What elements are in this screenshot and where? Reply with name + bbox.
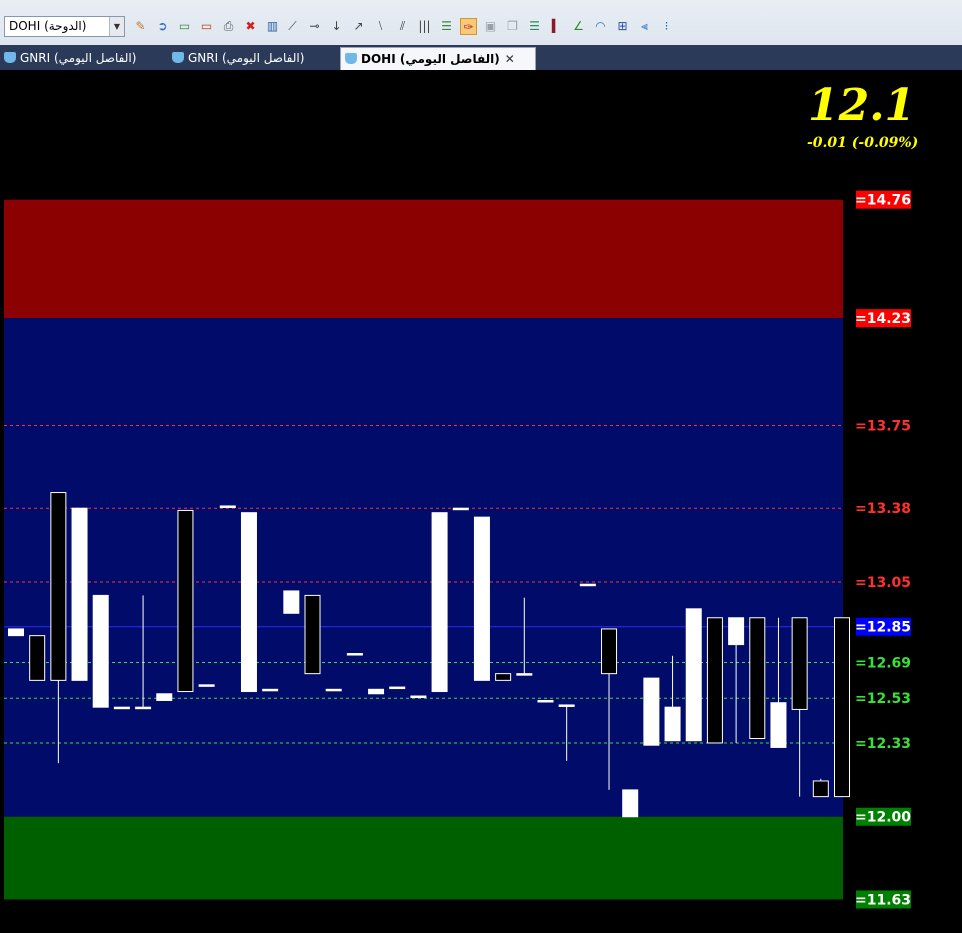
- parallel-lines-icon[interactable]: ⧵: [372, 18, 389, 35]
- import-icon[interactable]: ➲: [154, 18, 171, 35]
- candle-body: [8, 628, 24, 637]
- candle-body: [579, 583, 596, 587]
- close-tab-icon[interactable]: ✕: [505, 52, 515, 66]
- candle-body: [452, 507, 469, 511]
- channel-icon[interactable]: ⫽: [394, 18, 411, 35]
- tab-label: GNRI (الفاصل اليومي): [20, 51, 137, 65]
- wand-icon[interactable]: ✎: [132, 18, 149, 35]
- candle-body: [664, 706, 681, 742]
- candle-body: [791, 617, 808, 710]
- print-icon[interactable]: ⎙: [220, 18, 237, 35]
- candlestick-chart[interactable]: =14.76 =14.23 =13.75 =13.38 =13.05 =12.85 =12.…: [4, 70, 962, 933]
- candle-body: [431, 512, 448, 693]
- fibonacci-icon[interactable]: ☰: [526, 18, 543, 35]
- candle-body: [622, 789, 639, 818]
- candle-body: [558, 704, 575, 707]
- chart-area[interactable]: =14.76 =14.23 =13.75 =13.38 =13.05 =12.85 =12.…: [4, 70, 962, 933]
- gann-fan-icon[interactable]: ⫷: [636, 18, 653, 35]
- candle-body: [71, 507, 88, 681]
- volume-bars-icon[interactable]: ▍: [548, 18, 565, 35]
- cycle-lines-icon[interactable]: ⁝: [658, 18, 675, 35]
- tab-1[interactable]: GNRI (الفاصل اليومي): [0, 47, 166, 70]
- candle-body: [537, 699, 554, 703]
- candle-body: [706, 617, 723, 744]
- candle-body: [198, 684, 215, 687]
- candle-body: [346, 653, 363, 656]
- add-chart-icon[interactable]: ▭: [176, 18, 193, 35]
- bar-chart-icon[interactable]: ▥: [264, 18, 281, 35]
- chart-tab-icon: [4, 52, 16, 63]
- grid-icon[interactable]: ⊞: [614, 18, 631, 35]
- level-label: =11.63: [855, 892, 911, 908]
- candle-body: [262, 688, 279, 692]
- candle-body: [516, 673, 533, 676]
- candle-body: [812, 780, 829, 798]
- symbol-select[interactable]: DOHI (الدوحة) ▼: [4, 16, 125, 37]
- level-label: =12.85: [855, 620, 911, 636]
- level-label: =12.69: [855, 655, 911, 671]
- candle-body: [304, 594, 321, 675]
- candle-body: [770, 702, 787, 748]
- candle-body: [685, 608, 702, 742]
- price-change: -0.01 (-0.09%): [807, 135, 919, 151]
- candle-body: [728, 617, 745, 646]
- level-label: =13.05: [855, 575, 911, 591]
- level-label: =13.75: [855, 418, 911, 434]
- vertical-line-icon[interactable]: ↓: [328, 18, 345, 35]
- tab-2[interactable]: GNRI (الفاصل اليومي): [168, 47, 338, 70]
- level-label: =14.76: [855, 193, 911, 209]
- fan-icon[interactable]: ∠: [570, 18, 587, 35]
- pin-icon[interactable]: ✑: [460, 18, 477, 35]
- candle-body: [389, 686, 406, 690]
- tab-bar: GNRI (الفاصل اليومي) GNRI (الفاصل اليومي)…: [0, 45, 962, 70]
- ray-icon[interactable]: ↗: [350, 18, 367, 35]
- chevron-down-icon[interactable]: ▼: [109, 17, 124, 36]
- toolbar: DOHI (الدوحة) ▼ ✎ ➲ ▭ ▭ ⎙ ✖ ▥ ⟋ ⊸ ↓ ↗ ⧵ ⫽ ||| ☰ ✑ ▣ ❐ ☰ ▍ ∠ ◠…: [0, 0, 962, 46]
- arc-icon[interactable]: ◠: [592, 18, 609, 35]
- candle-body: [92, 594, 109, 708]
- symbol-select-value: DOHI (الدوحة): [9, 19, 87, 33]
- tab-label: DOHI (الفاصل اليومي): [361, 52, 500, 66]
- candle-body: [325, 688, 342, 692]
- last-price: 12.1: [808, 80, 916, 131]
- level-label: =12.00: [855, 810, 911, 826]
- candle-body: [177, 509, 194, 693]
- level-label: =12.53: [855, 691, 911, 707]
- delete-icon[interactable]: ✖: [242, 18, 259, 35]
- candle-body: [283, 590, 300, 614]
- candle-body: [135, 706, 152, 710]
- chart-tab-icon: [345, 53, 357, 64]
- candle-body: [473, 516, 490, 681]
- remove-chart-icon[interactable]: ▭: [198, 18, 215, 35]
- trend-line-icon[interactable]: ⟋: [284, 18, 301, 35]
- candle-body: [156, 693, 173, 701]
- copy-icon[interactable]: ❐: [504, 18, 521, 35]
- tab-3[interactable]: DOHI (الفاصل اليومي) ✕: [340, 47, 536, 70]
- levels-icon[interactable]: ☰: [438, 18, 455, 35]
- window-icon[interactable]: ▣: [482, 18, 499, 35]
- candle-body: [410, 695, 427, 699]
- candle-body: [643, 677, 660, 746]
- candle-body: [834, 617, 850, 798]
- chart-tab-icon: [172, 52, 184, 63]
- candle-body: [495, 673, 512, 681]
- zone-lower: [4, 816, 843, 900]
- vertical-lines-icon[interactable]: |||: [416, 18, 433, 35]
- candle-body: [113, 706, 130, 710]
- tab-label: GNRI (الفاصل اليومي): [188, 51, 305, 65]
- candle-body: [50, 492, 67, 681]
- horizontal-line-icon[interactable]: ⊸: [306, 18, 323, 35]
- candle-body: [219, 505, 236, 508]
- level-label: =14.23: [855, 311, 911, 327]
- candle-body: [601, 628, 618, 675]
- candle-body: [29, 635, 46, 681]
- candle-body: [749, 617, 766, 739]
- candle-body: [368, 688, 385, 695]
- candle-body: [240, 512, 257, 693]
- zone-upper: [4, 199, 843, 319]
- level-label: =13.38: [855, 501, 911, 517]
- level-label: =12.33: [855, 736, 911, 752]
